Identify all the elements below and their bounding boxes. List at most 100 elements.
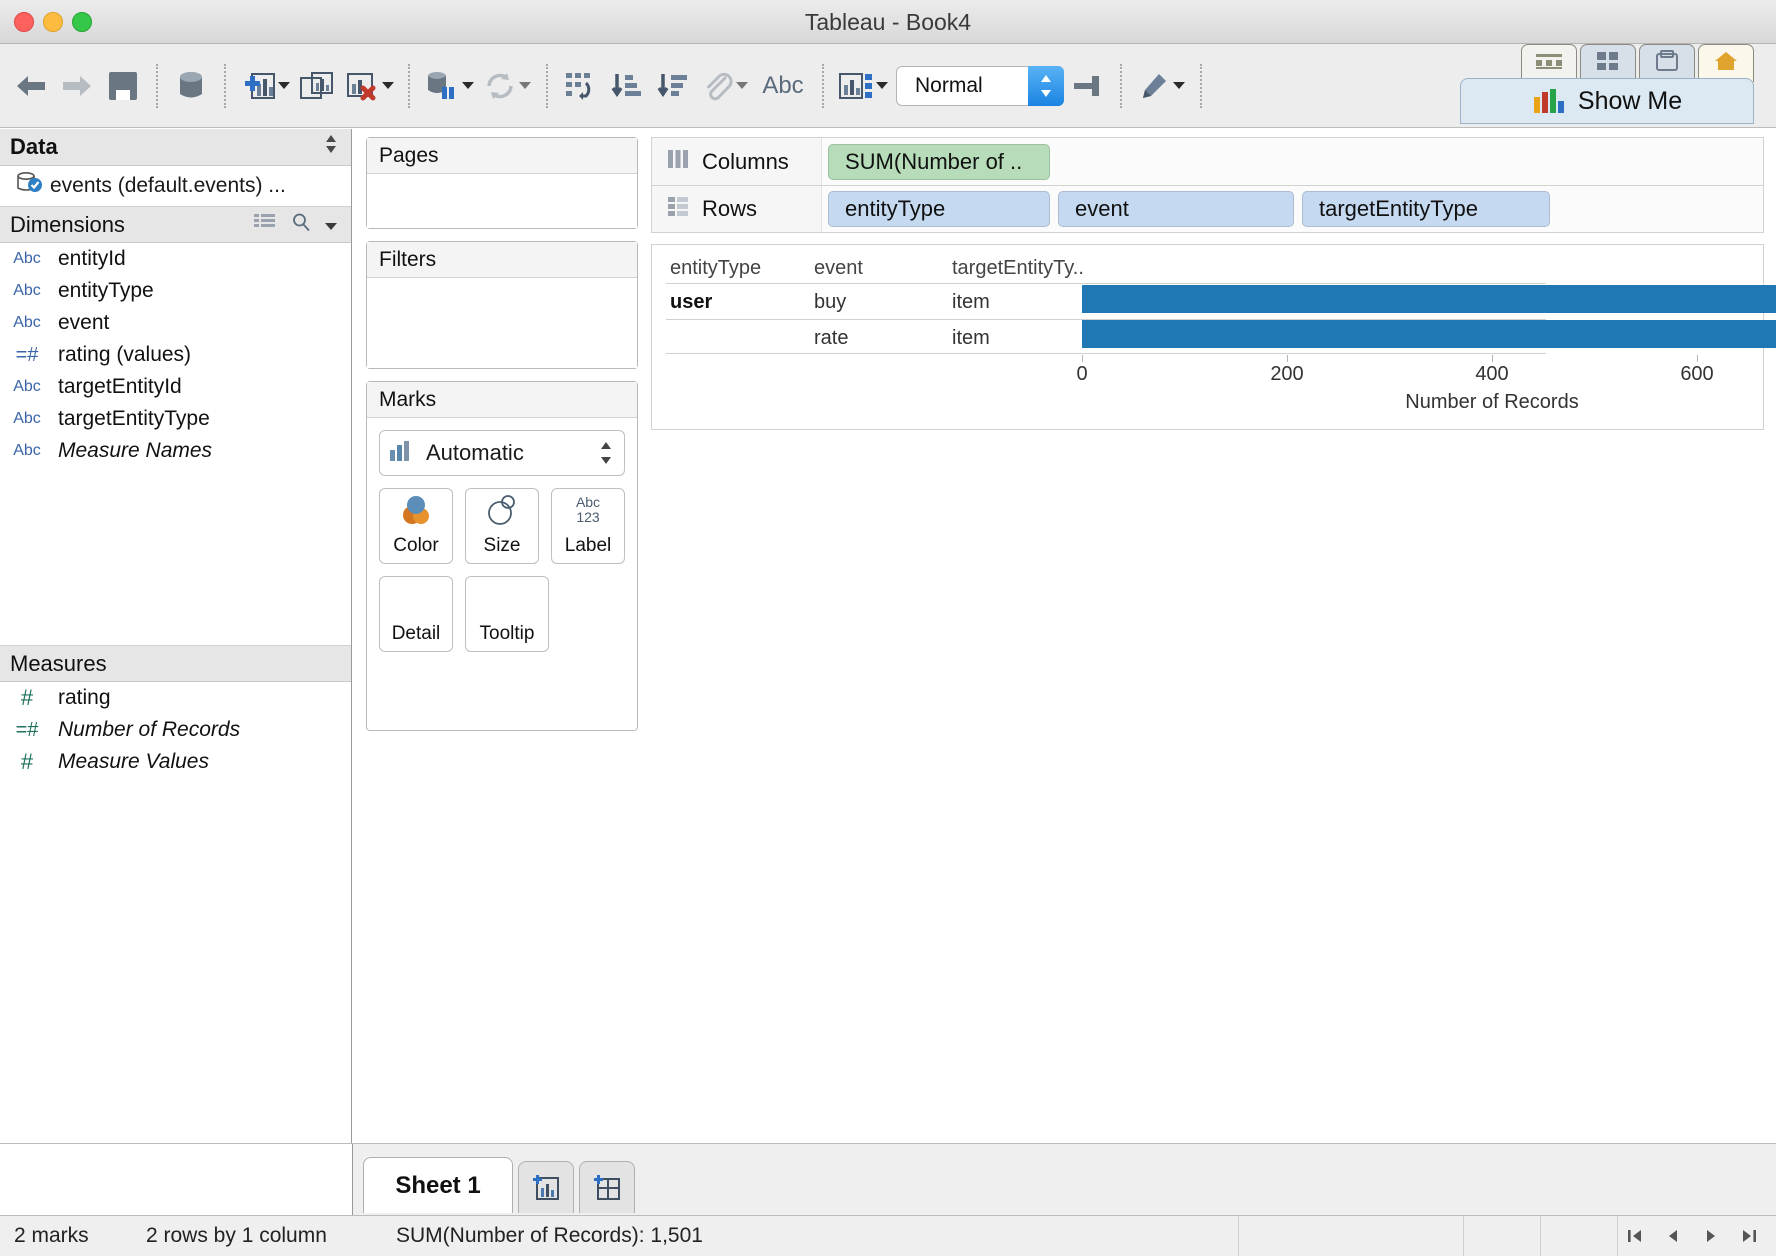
tab-worksheet[interactable] xyxy=(1521,44,1577,82)
measure-label: Number of Records xyxy=(58,718,241,741)
sheet-tab-sheet-1[interactable]: Sheet 1 xyxy=(363,1157,513,1213)
calculated-number-icon: =# xyxy=(15,718,39,741)
new-worksheet-tab-button[interactable] xyxy=(518,1161,574,1213)
filters-shelf[interactable] xyxy=(367,278,637,368)
pages-shelf[interactable] xyxy=(367,174,637,228)
viz-header-entitytype: entityType xyxy=(670,257,762,279)
refresh-source-button[interactable] xyxy=(420,60,478,112)
chevron-down-icon[interactable] xyxy=(1173,82,1185,89)
columns-shelf-row: Columns SUM(Number of .. xyxy=(651,137,1764,185)
last-page-icon[interactable] xyxy=(1732,1221,1766,1251)
data-pane-collapse-icon[interactable] xyxy=(321,132,341,162)
presentation-pin-button[interactable] xyxy=(1064,60,1110,112)
previous-page-icon[interactable] xyxy=(1656,1221,1690,1251)
fit-select[interactable]: Normal xyxy=(896,65,1064,106)
chevron-down-icon[interactable] xyxy=(876,82,888,89)
chevron-down-icon[interactable] xyxy=(462,82,474,89)
measure-item[interactable]: # Measure Values xyxy=(0,746,351,778)
chevron-down-icon[interactable] xyxy=(736,82,748,89)
viz-header-rule xyxy=(666,283,1546,284)
forward-button[interactable] xyxy=(54,60,100,112)
fit-value: Normal xyxy=(915,73,983,97)
data-pane: Data events (default.events) ... Dimensi… xyxy=(0,129,352,1215)
color-circles-icon xyxy=(396,489,436,531)
search-icon[interactable] xyxy=(291,212,311,238)
visualization[interactable]: entityType event targetEntityTy.. user b… xyxy=(651,244,1776,430)
size-button[interactable]: Size xyxy=(465,488,539,564)
show-labels-button[interactable]: Abc xyxy=(754,60,812,112)
sheet-bar-left-gap xyxy=(0,1144,353,1215)
dashboard-icon xyxy=(1596,51,1620,76)
highlighter-button[interactable] xyxy=(1132,60,1190,112)
connect-data-button[interactable] xyxy=(168,60,214,112)
pill-targetentitytype[interactable]: targetEntityType xyxy=(1302,191,1550,227)
worksheet-icon xyxy=(1535,53,1563,74)
measure-label: rating xyxy=(58,686,111,709)
label-button[interactable]: Abc 123 Label xyxy=(551,488,625,564)
duplicate-sheet-button[interactable] xyxy=(294,60,340,112)
size-button-label: Size xyxy=(483,535,521,556)
totals-button[interactable] xyxy=(696,60,754,112)
arrow-right-icon xyxy=(63,75,91,96)
new-dashboard-tab-button[interactable] xyxy=(579,1161,635,1213)
dimension-item[interactable]: Abc Measure Names xyxy=(0,435,351,467)
detail-button[interactable]: Detail xyxy=(379,576,453,652)
chevron-down-icon[interactable] xyxy=(519,82,531,89)
next-page-icon[interactable] xyxy=(1694,1221,1728,1251)
database-refresh-icon xyxy=(428,71,454,99)
group-by-folder-icon[interactable] xyxy=(253,212,277,238)
tab-dashboard[interactable] xyxy=(1580,44,1636,82)
pill-event[interactable]: event xyxy=(1058,191,1294,227)
viz-bar-rate[interactable] xyxy=(1082,320,1776,348)
fix-axes-button[interactable] xyxy=(834,60,892,112)
datasource-item[interactable]: events (default.events) ... xyxy=(0,166,351,206)
tooltip-button[interactable]: Tooltip xyxy=(465,576,549,652)
chevron-down-icon[interactable] xyxy=(382,82,394,89)
save-button[interactable] xyxy=(100,60,146,112)
dimension-item[interactable]: Abc event xyxy=(0,307,351,339)
measure-item[interactable]: =# Number of Records xyxy=(0,714,351,746)
dimension-item[interactable]: Abc entityId xyxy=(0,243,351,275)
viz-bar-buy[interactable] xyxy=(1082,285,1776,313)
swap-rows-columns-button[interactable] xyxy=(558,60,604,112)
mark-type-value: Automatic xyxy=(426,440,524,465)
back-button[interactable] xyxy=(8,60,54,112)
label-glyph-top: Abc xyxy=(575,494,601,510)
new-worksheet-button[interactable] xyxy=(236,60,294,112)
sort-asc-icon xyxy=(611,73,641,97)
marks-card: Marks Automatic Color Size Abc 123 Label… xyxy=(366,381,638,731)
pill-sum-number-of-records[interactable]: SUM(Number of .. xyxy=(828,143,1050,180)
mark-type-stepper-icon[interactable] xyxy=(598,440,614,466)
stepper-arrows-icon xyxy=(1041,74,1051,97)
tab-home[interactable] xyxy=(1698,44,1754,82)
rows-shelf-drop[interactable]: entityType event targetEntityType xyxy=(822,186,1763,232)
color-button[interactable]: Color xyxy=(379,488,453,564)
rows-icon xyxy=(666,195,690,223)
chevron-down-icon[interactable] xyxy=(278,82,290,89)
window-title: Tableau - Book4 xyxy=(804,9,972,35)
toolbar-divider xyxy=(156,63,158,108)
sort-descending-button[interactable] xyxy=(650,60,696,112)
first-page-icon[interactable] xyxy=(1618,1221,1652,1251)
viz-row1-targetentitytype: item xyxy=(952,327,990,349)
filters-card-title: Filters xyxy=(367,242,637,278)
columns-shelf-drop[interactable]: SUM(Number of .. xyxy=(822,138,1763,185)
refresh-button[interactable] xyxy=(478,60,536,112)
tab-story[interactable] xyxy=(1639,44,1695,82)
fit-stepper[interactable] xyxy=(1028,65,1064,106)
dimensions-header: Dimensions xyxy=(0,206,351,243)
clear-sheet-button[interactable] xyxy=(340,60,398,112)
dimension-item[interactable]: Abc targetEntityType xyxy=(0,403,351,435)
dimension-item[interactable]: Abc entityType xyxy=(0,275,351,307)
sort-ascending-button[interactable] xyxy=(604,60,650,112)
dimension-item[interactable]: =# rating (values) xyxy=(0,339,351,371)
show-me-icon xyxy=(1533,89,1564,113)
show-me-button[interactable]: Show Me xyxy=(1460,78,1754,124)
measure-item[interactable]: # rating xyxy=(0,682,351,714)
chevron-down-icon[interactable] xyxy=(323,212,339,238)
color-button-label: Color xyxy=(393,535,439,556)
pill-entitytype[interactable]: entityType xyxy=(828,191,1050,227)
filters-card: Filters xyxy=(366,241,638,369)
mark-type-select[interactable]: Automatic xyxy=(379,430,625,476)
dimension-item[interactable]: Abc targetEntityId xyxy=(0,371,351,403)
